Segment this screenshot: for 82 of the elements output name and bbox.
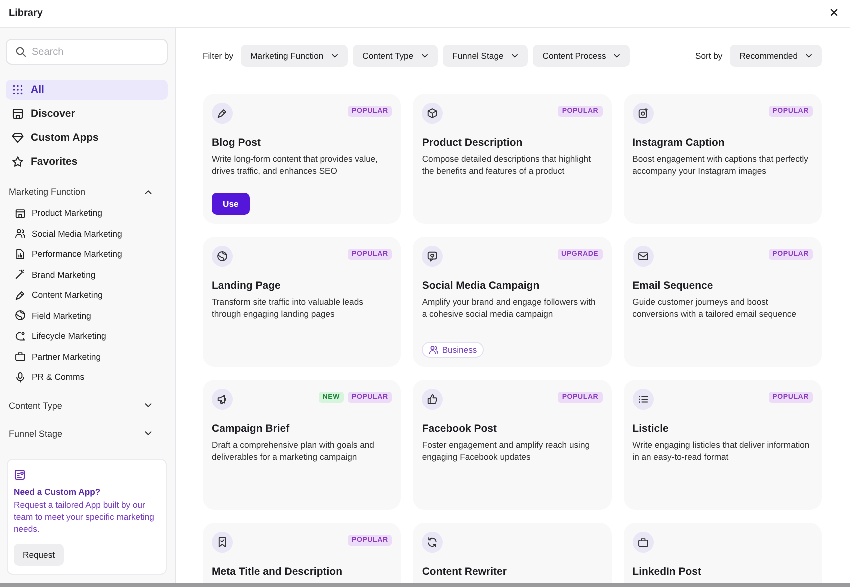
envelope-icon — [632, 246, 654, 267]
category-item[interactable]: Product Marketing — [6, 203, 168, 224]
photo-edit-icon — [632, 103, 654, 124]
section-header[interactable]: Funnel Stage — [6, 424, 168, 444]
promo-title: Need a Custom App? — [14, 486, 102, 497]
storefront-icon — [15, 208, 26, 219]
card-title: Landing Page — [212, 280, 282, 292]
close-button[interactable]: × — [828, 6, 841, 22]
nav-item[interactable]: All — [6, 80, 168, 100]
search-field[interactable]: Search — [6, 39, 168, 65]
card-title: Email Sequence — [632, 280, 714, 292]
pen-icon — [15, 290, 26, 301]
card-title: Listicle — [632, 423, 670, 435]
category-item[interactable]: Partner Marketing — [6, 346, 168, 367]
card-description: Foster engagement and amplify reach using engaging Facebook updates — [422, 439, 592, 464]
section-title: Funnel Stage — [9, 428, 63, 438]
card-description: Write long-form content that provides value, drives traffic, and enhances SEO — [212, 153, 380, 178]
people-icon — [429, 345, 440, 355]
category-item[interactable]: PR & Comms — [6, 367, 168, 388]
filter-dropdown[interactable]: Marketing Function — [240, 45, 348, 67]
category-item[interactable]: Social Media Marketing — [6, 224, 168, 244]
category-item[interactable]: Performance Marketing — [6, 244, 168, 264]
section-header[interactable]: Marketing Function — [6, 182, 168, 202]
app-card[interactable]: LinkedIn Post — [624, 523, 822, 583]
app-settings-icon — [14, 468, 26, 481]
card-description: Guide customer journeys and boost conversions with a tailored email sequence — [632, 296, 798, 321]
card-description: Boost engagement with captions that perfectly accompany your Instagram images — [632, 153, 810, 178]
card-title: Blog Post — [212, 137, 262, 149]
filter-label: Filter by — [203, 51, 234, 61]
card-title: Facebook Post — [422, 423, 498, 435]
card-title: Meta Title and Description — [212, 566, 344, 578]
filter-dropdown[interactable]: Content Type — [352, 45, 438, 67]
magic-wand-icon — [15, 269, 26, 280]
briefcase-icon — [632, 532, 654, 553]
category-item[interactable]: Lifecycle Marketing — [6, 326, 168, 346]
storefront-icon — [12, 108, 24, 120]
card-title: Product Description — [422, 137, 524, 149]
nav-item[interactable]: Custom Apps — [6, 128, 168, 148]
card-title: Campaign Brief — [212, 423, 291, 435]
tag-label: Business — [442, 345, 478, 355]
app-card[interactable]: Content Rewriter — [413, 523, 612, 583]
section-title: Marketing Function — [9, 187, 86, 197]
pen-icon — [212, 103, 233, 124]
section-title: Content Type — [9, 400, 62, 410]
grid-icon — [12, 84, 24, 96]
nav-item[interactable]: Discover — [6, 104, 168, 124]
request-button[interactable]: Request — [14, 544, 64, 566]
use-button[interactable]: Use — [212, 193, 250, 215]
globe-icon — [212, 246, 233, 267]
card-description: Transform site traffic into valuable leads through engaging landing pages — [212, 296, 364, 321]
card-description: Compose detailed descriptions that highlight the benefits and features of a product — [422, 153, 592, 178]
globe-icon — [15, 310, 26, 322]
thumbs-up-icon — [422, 389, 444, 410]
briefcase-icon — [15, 351, 26, 362]
window-title: Library — [9, 8, 43, 19]
microphone-icon — [15, 372, 26, 383]
refresh-icon — [422, 532, 444, 553]
sort-label: Sort by — [695, 51, 723, 61]
card-title: LinkedIn Post — [632, 566, 702, 578]
category-item[interactable]: Field Marketing — [6, 306, 168, 326]
star-icon — [12, 156, 24, 168]
card-title: Social Media Campaign — [422, 280, 541, 292]
filter-dropdown[interactable]: Funnel Stage — [442, 45, 528, 67]
megaphone-icon — [212, 389, 233, 410]
diamond-icon — [12, 132, 24, 144]
people-icon — [15, 228, 26, 240]
document-chart-icon — [15, 248, 26, 260]
card-description: Write engaging listicles that deliver information in an easy-to-read format — [632, 439, 811, 464]
cube-icon — [422, 103, 444, 124]
card-description: Draft a comprehensive plan with goals and deliverables for a marketing campaign — [212, 439, 376, 464]
list-icon — [632, 389, 654, 410]
section-header[interactable]: Content Type — [6, 396, 168, 416]
card-description: Amplify your brand and engage followers with a cohesive social media campaign — [422, 296, 597, 321]
filter-dropdown[interactable]: Content Process — [532, 45, 630, 67]
card-title: Instagram Caption — [632, 137, 726, 149]
category-item[interactable]: Content Marketing — [6, 285, 168, 306]
bookmark-icon — [212, 532, 233, 553]
sort-dropdown[interactable]: Recommended — [730, 45, 822, 67]
category-item[interactable]: Brand Marketing — [6, 264, 168, 285]
card-title: Content Rewriter — [422, 566, 508, 578]
nav-item[interactable]: Favorites — [6, 152, 168, 172]
promo-text: Request a tailored App built by our team to meet your specific marketing needs. — [14, 498, 156, 535]
